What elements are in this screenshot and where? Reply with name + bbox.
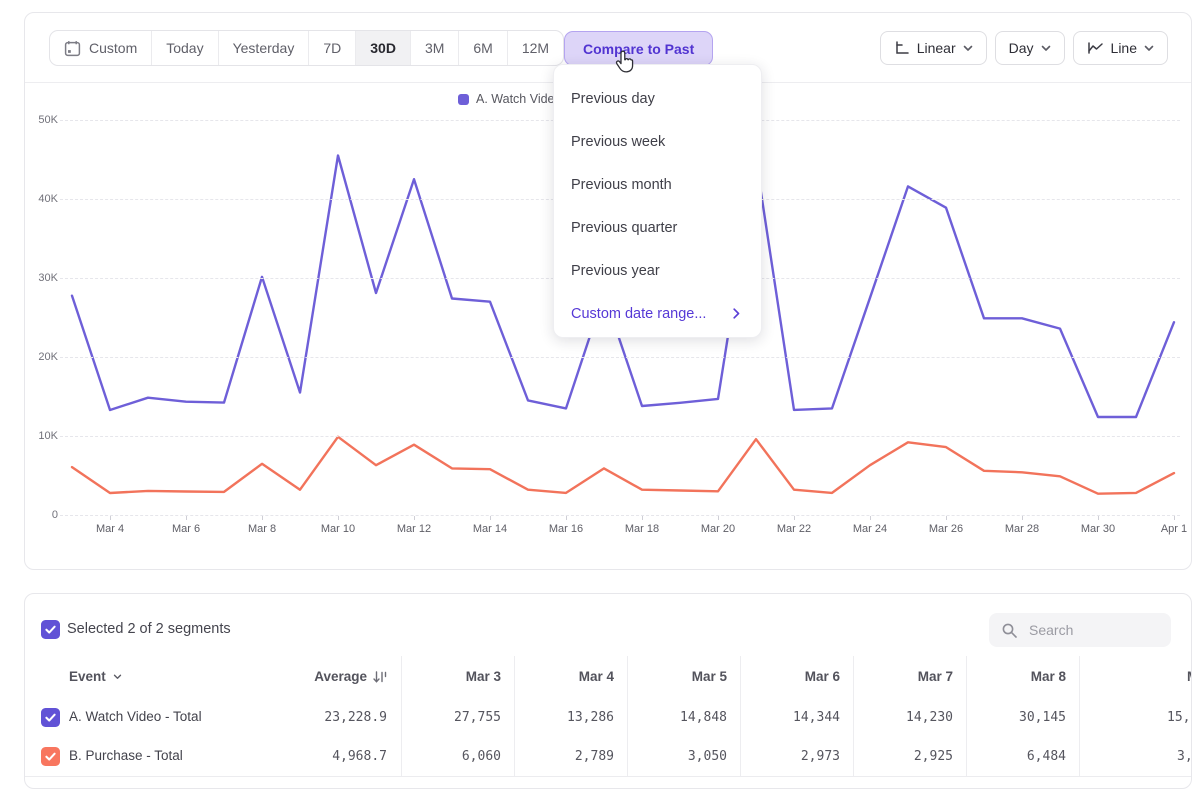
cell-value: 6,060 <box>411 749 501 764</box>
chart-controls: Linear Day Line <box>880 31 1168 65</box>
cell-value: 2,925 <box>863 749 953 764</box>
cell-value: 3,050 <box>637 749 727 764</box>
sort-descending-icon <box>373 670 387 684</box>
date-range-picker: CustomTodayYesterday7D30D3M6M12M <box>49 30 564 66</box>
row-checkbox[interactable] <box>41 747 60 766</box>
average-value: 23,228.9 <box>267 710 387 725</box>
cell-value: 6,484 <box>976 749 1066 764</box>
date-range-custom[interactable]: Custom <box>50 31 151 65</box>
date-range-12m[interactable]: 12M <box>507 31 563 65</box>
scale-label: Linear <box>917 40 956 56</box>
date-range-7d[interactable]: 7D <box>308 31 355 65</box>
average-value: 4,968.7 <box>267 749 387 764</box>
menu-item-previous-quarter[interactable]: Previous quarter <box>554 206 761 249</box>
date-range-yesterday[interactable]: Yesterday <box>218 31 309 65</box>
average-column-header[interactable]: Average <box>267 669 387 684</box>
segments-table-card: Selected 2 of 2 segments Event Average M… <box>24 593 1192 789</box>
cell-value: 27,755 <box>411 710 501 725</box>
menu-item-previous-month[interactable]: Previous month <box>554 163 761 206</box>
row-label: B. Purchase - Total <box>69 748 183 763</box>
chart-type-label: Line <box>1111 40 1137 56</box>
date-column-header[interactable]: Mar 3 <box>411 669 501 684</box>
menu-item-custom-date-range[interactable]: Custom date range... <box>554 292 761 335</box>
table-row: A. Watch Video - Total 23,228.9 27,755 13,2… <box>25 698 1191 737</box>
table-row: B. Purchase - Total 4,968.7 6,060 2,789 3,05… <box>25 737 1191 777</box>
menu-item-previous-week[interactable]: Previous week <box>554 120 761 163</box>
date-column-header[interactable]: Mar 7 <box>863 669 953 684</box>
date-column-header[interactable]: Mar 6 <box>750 669 840 684</box>
chevron-right-icon <box>733 308 740 319</box>
line-chart-icon <box>1087 40 1104 56</box>
date-range-6m[interactable]: 6M <box>458 31 506 65</box>
cell-value: 30,145 <box>976 710 1066 725</box>
date-range-3m[interactable]: 3M <box>410 31 458 65</box>
date-range-today[interactable]: Today <box>151 31 217 65</box>
cell-value: 14,230 <box>863 710 953 725</box>
chart-type-dropdown-button[interactable]: Line <box>1073 31 1168 65</box>
clipped-cell-value: 3, <box>1177 749 1192 764</box>
interval-label: Day <box>1009 40 1034 56</box>
analytics-dashboard: CustomTodayYesterday7D30D3M6M12M Compare… <box>0 0 1200 802</box>
axis-scale-icon <box>894 40 910 56</box>
segments-table: Event Average M Mar 3 Mar 4 Mar 5 Mar 6 Mar … <box>25 594 1191 788</box>
calendar-icon <box>64 40 81 57</box>
clipped-column-header: M <box>1187 669 1192 684</box>
clipped-cell-value: 15, <box>1167 710 1192 725</box>
cell-value: 14,344 <box>750 710 840 725</box>
date-column-header[interactable]: Mar 5 <box>637 669 727 684</box>
cell-value: 2,973 <box>750 749 840 764</box>
cell-value: 14,848 <box>637 710 727 725</box>
row-checkbox[interactable] <box>41 708 60 727</box>
event-column-header[interactable]: Event <box>69 669 122 684</box>
cell-value: 13,286 <box>524 710 614 725</box>
chevron-down-icon <box>1144 45 1154 52</box>
compare-to-past-menu: Previous dayPrevious weekPrevious monthP… <box>553 64 762 338</box>
menu-item-previous-year[interactable]: Previous year <box>554 249 761 292</box>
row-label: A. Watch Video - Total <box>69 709 202 724</box>
date-column-header[interactable]: Mar 8 <box>976 669 1066 684</box>
interval-dropdown-button[interactable]: Day <box>995 31 1065 65</box>
chevron-down-icon <box>113 674 122 680</box>
chevron-down-icon <box>963 45 973 52</box>
date-column-header[interactable]: Mar 4 <box>524 669 614 684</box>
date-range-30d[interactable]: 30D <box>355 31 410 65</box>
scale-dropdown-button[interactable]: Linear <box>880 31 987 65</box>
cell-value: 2,789 <box>524 749 614 764</box>
menu-item-previous-day[interactable]: Previous day <box>554 77 761 120</box>
compare-to-past-button[interactable]: Compare to Past <box>564 31 713 66</box>
chevron-down-icon <box>1041 45 1051 52</box>
